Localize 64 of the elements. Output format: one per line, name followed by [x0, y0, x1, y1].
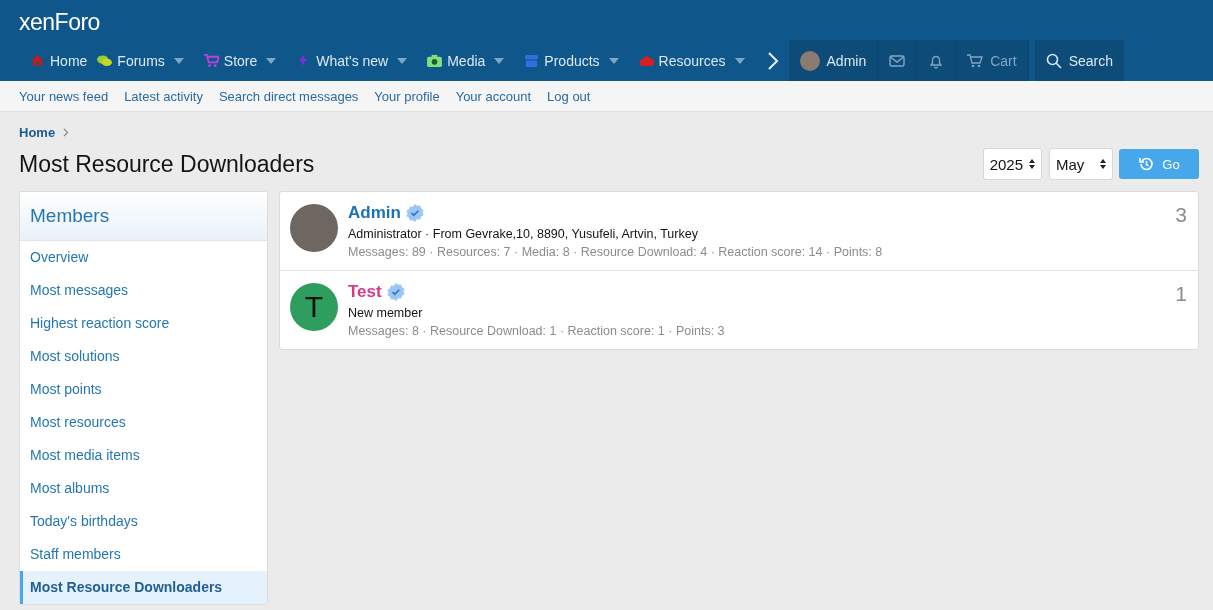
sidebar-item[interactable]: Most Resource Downloaders	[20, 571, 267, 604]
house-icon	[30, 54, 45, 67]
subnav-link[interactable]: Your account	[455, 88, 532, 104]
envelope-icon	[889, 52, 906, 69]
member-title: New member	[348, 306, 424, 320]
cloud-icon	[638, 54, 654, 67]
page-title: Most Resource Downloaders	[19, 150, 316, 178]
sidebar-item[interactable]: Highest reaction score	[20, 307, 267, 340]
nav-tab[interactable]: Products	[514, 40, 600, 81]
chevron-right-icon	[766, 50, 779, 71]
verified-badge-icon	[405, 204, 424, 222]
member-stats: Messages: 89 · Resources: 7 · Media: 8 · Resource Download: 4 · Reaction score: 14 · Points: 8	[348, 245, 884, 259]
sidebar-item[interactable]: Staff members	[20, 538, 267, 571]
nav-tab[interactable]: Media	[417, 40, 486, 81]
caret-icon[interactable]	[734, 57, 745, 64]
caret-icon[interactable]	[173, 57, 184, 64]
sidebar-item[interactable]: Most solutions	[20, 340, 267, 373]
avatar-photo	[799, 50, 820, 71]
site-logo[interactable]: xenForo	[0, 0, 1213, 40]
verified-badge-icon	[386, 283, 405, 301]
sidebar-item[interactable]: Most albums	[20, 472, 267, 505]
sort-arrows-icon	[1100, 159, 1106, 169]
avatar-photo[interactable]	[290, 204, 338, 252]
member-name-link[interactable]: Test	[348, 282, 382, 302]
sidebar-item[interactable]: Today's birthdays	[20, 505, 267, 538]
search-icon	[1045, 52, 1062, 69]
caret-icon[interactable]	[397, 57, 408, 64]
subnav-link[interactable]: Latest activity	[124, 88, 203, 104]
chevron-right-icon	[63, 128, 70, 137]
month-select[interactable]: May	[1049, 148, 1113, 180]
member-stats: Messages: 8 · Resource Download: 1 · Reaction score: 1 · Points: 3	[348, 324, 726, 338]
caret-icon[interactable]	[266, 57, 277, 64]
caret-icon[interactable]	[494, 57, 505, 64]
history-icon	[1138, 156, 1155, 172]
speech-bubbles-icon	[97, 54, 113, 67]
breadcrumb-link[interactable]: Home	[19, 125, 56, 140]
subnav-link[interactable]: Your profile	[374, 88, 440, 104]
sidebar-item[interactable]: Most points	[20, 373, 267, 406]
nav-tab[interactable]: Home	[20, 40, 88, 81]
sidebar-item[interactable]: Most messages	[20, 274, 267, 307]
caret-icon[interactable]	[608, 57, 619, 64]
sidebar-heading: Members	[20, 192, 267, 241]
shop-icon	[524, 54, 540, 67]
nav-tab[interactable]: What's new	[286, 40, 389, 81]
sort-arrows-icon	[1029, 159, 1035, 169]
subnav-link[interactable]: Search direct messages	[218, 88, 359, 104]
member-name-link[interactable]: Admin	[348, 203, 401, 223]
sidebar-item[interactable]: Most media items	[20, 439, 267, 472]
download-count: 1	[1175, 282, 1188, 307]
nav-tab[interactable]: Store	[193, 40, 258, 81]
letter-avatar[interactable]: T	[290, 283, 338, 331]
download-count: 3	[1175, 203, 1188, 228]
cart-icon	[203, 54, 219, 67]
sidebar-item[interactable]: Overview	[20, 241, 267, 274]
member-title: Administrator · From Gevrake,10, 8890, Yusufeli, Artvin, Turkey	[348, 227, 699, 241]
nav-tab[interactable]: Resources	[628, 40, 726, 81]
cart-icon	[967, 52, 984, 69]
subnav-link[interactable]: Log out	[547, 88, 591, 104]
year-select[interactable]: 2025	[982, 148, 1042, 180]
camera-icon	[427, 54, 443, 67]
search-button[interactable]: Search	[1034, 40, 1124, 81]
sidebar-item[interactable]: Most resources	[20, 406, 267, 439]
nav-tab[interactable]: Forums	[87, 40, 165, 81]
subnav-link[interactable]: Your news feed	[19, 88, 109, 104]
